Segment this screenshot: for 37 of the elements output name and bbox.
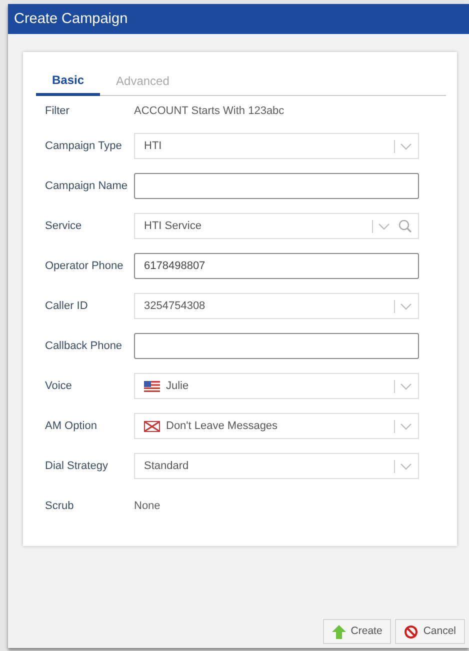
envelope-icon	[144, 420, 160, 432]
dropdown-field[interactable]: Don't Leave Messages	[134, 413, 419, 439]
dropdown-field[interactable]: Julie	[134, 373, 419, 399]
chevron-icon	[400, 382, 412, 390]
field-label: Voice	[44, 378, 73, 394]
field-label: Campaign Name	[44, 178, 129, 194]
field-label: Campaign Type	[44, 138, 123, 154]
field-label: AM Option	[44, 418, 98, 434]
dropdown-field[interactable]: Standard	[134, 453, 419, 479]
field-label: Scrub	[44, 498, 75, 514]
chevron-icon	[400, 142, 412, 150]
text-field[interactable]	[134, 173, 419, 199]
field-label: Service	[44, 218, 83, 234]
search-icon	[398, 219, 412, 233]
dropdown-field[interactable]: HTI	[134, 133, 419, 159]
dropdown-field[interactable]: 3254754308	[134, 293, 419, 319]
chevron-icon	[378, 222, 390, 230]
field-label: Operator Phone	[44, 258, 124, 274]
field-label: Callback Phone	[44, 338, 124, 354]
text-field[interactable]: 6178498807	[134, 253, 419, 279]
prohibited-icon	[404, 624, 418, 638]
flag-icon	[144, 380, 160, 392]
field-value: ACCOUNT Starts With 123abc	[134, 104, 284, 119]
tab[interactable]: Basic	[36, 66, 100, 96]
cancel-button[interactable]: Cancel	[395, 619, 465, 644]
field-label: Filter	[44, 104, 70, 119]
dropdown-field[interactable]: HTI Service	[134, 213, 419, 239]
chevron-icon	[400, 422, 412, 430]
field-value: None	[134, 498, 160, 514]
window-title: Create Campaign	[8, 4, 469, 34]
up-arrow-icon	[332, 624, 346, 638]
field-label: Dial Strategy	[44, 458, 109, 474]
chevron-icon	[400, 462, 412, 470]
field-label: Caller ID	[44, 298, 89, 314]
chevron-icon	[400, 302, 412, 310]
create-button[interactable]: Create	[322, 619, 392, 644]
text-field[interactable]	[134, 333, 419, 359]
